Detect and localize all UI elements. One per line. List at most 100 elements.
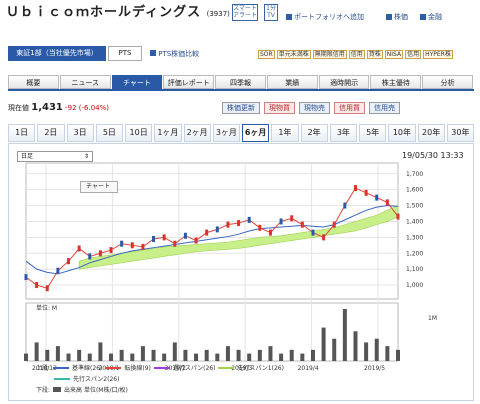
candle xyxy=(396,213,400,220)
legend-swatch xyxy=(153,366,170,369)
period-tab[interactable]: 3日 xyxy=(66,124,94,142)
candle xyxy=(98,250,102,257)
pts-compare-link[interactable]: PTS株価比較 xyxy=(150,49,199,59)
tab-news[interactable]: ニュース xyxy=(59,75,111,89)
legend-top-label: 上段: xyxy=(36,365,51,372)
period-tab[interactable]: 1ヶ月 xyxy=(154,124,182,142)
candle xyxy=(109,247,113,254)
tab-shikiho[interactable]: 四季報 xyxy=(215,75,266,89)
volume-bar xyxy=(268,346,273,361)
tab-overview[interactable]: 概要 xyxy=(8,75,59,89)
candle xyxy=(300,221,304,228)
volume-bar xyxy=(385,346,390,361)
candle xyxy=(332,221,336,228)
tab-report[interactable]: 評価レポート xyxy=(163,75,215,89)
period-tab[interactable]: 1日 xyxy=(8,124,36,142)
volume-bar xyxy=(194,353,199,361)
margin-sell-button[interactable]: 信用売 xyxy=(369,102,400,114)
volume-bar xyxy=(119,349,124,361)
smart-alert-label-1: スマート xyxy=(233,5,257,12)
volume-bar xyxy=(87,353,92,361)
candle xyxy=(364,189,368,196)
volume-bar xyxy=(310,349,315,361)
spot-sell-button[interactable]: 現物売 xyxy=(299,102,330,114)
refresh-price-button[interactable]: 株価更新 xyxy=(222,102,260,114)
y-tick-label: 1,400 xyxy=(406,218,423,225)
volume-bar xyxy=(364,342,369,361)
tab-disclosure[interactable]: 適時開示 xyxy=(318,75,370,89)
pts-button[interactable]: PTS xyxy=(108,46,142,61)
legend-row: 下段: 出来高 単位(M株/口/枚) xyxy=(36,384,456,395)
volume-bar xyxy=(215,353,220,361)
period-tab[interactable]: 1年 xyxy=(271,124,299,142)
tab-earnings[interactable]: 業績 xyxy=(266,75,318,89)
period-tab[interactable]: 3年 xyxy=(329,124,357,142)
volume-bar xyxy=(109,353,114,361)
candle xyxy=(35,282,39,289)
rtv-button[interactable]: 1分 TV xyxy=(264,4,278,21)
pts-compare-icon xyxy=(150,50,156,56)
smart-alert-button[interactable]: スマート アラート xyxy=(232,4,258,21)
legend-item: 基準線(26) xyxy=(72,365,103,372)
candle xyxy=(258,224,262,231)
spot-buy-button[interactable]: 現物買 xyxy=(264,102,295,114)
market-button[interactable]: 東証1部（当社優先市場） xyxy=(8,46,106,61)
candle xyxy=(152,235,156,242)
y-tick-label: 1,500 xyxy=(406,203,423,210)
pts-compare-label: PTS株価比較 xyxy=(158,50,200,58)
tab-benefits[interactable]: 株主優待 xyxy=(370,75,422,89)
candle xyxy=(343,202,347,209)
main-nav: 概要 ニュース チャート 評価レポート 四季報 業績 適時開示 株主優待 分析 xyxy=(8,75,474,91)
period-tab[interactable]: 30年 xyxy=(446,124,474,142)
y-tick-label: 1,300 xyxy=(406,234,423,241)
chart-lines xyxy=(24,185,400,292)
margin-buy-button[interactable]: 信用買 xyxy=(334,102,365,114)
y-tick-label: 1,000 xyxy=(406,282,423,289)
volume-bar xyxy=(183,349,188,361)
candle xyxy=(88,253,92,260)
quote: 現在値 1,431 -92 (-6.04%) xyxy=(8,102,109,113)
tag: 貸株 xyxy=(366,50,383,59)
tab-analysis[interactable]: 分析 xyxy=(422,75,474,89)
price-change: -92 (-6.04%) xyxy=(65,104,109,112)
kabuka-link[interactable]: 株価 xyxy=(386,12,408,22)
volume-bar xyxy=(374,338,379,361)
period-tab[interactable]: 5日 xyxy=(95,124,123,142)
period-tab-active[interactable]: 6ヶ月 xyxy=(242,124,270,142)
period-tab[interactable]: 2年 xyxy=(300,124,328,142)
legend-swatch xyxy=(105,366,122,369)
volume-bar xyxy=(24,353,28,361)
period-tab[interactable]: 20年 xyxy=(417,124,445,142)
y-tick-label: 1,600 xyxy=(406,187,423,194)
smart-alert-label-2: アラート xyxy=(233,12,258,19)
volume-plot-frame xyxy=(25,302,399,362)
volume-bar xyxy=(247,353,252,361)
period-tab[interactable]: 5年 xyxy=(359,124,387,142)
volume-bar xyxy=(204,349,209,361)
tag: 信用 xyxy=(405,50,422,59)
volume-bar xyxy=(172,342,177,361)
period-tab[interactable]: 10日 xyxy=(125,124,153,142)
y-tick-label: 1,200 xyxy=(406,250,423,257)
volume-bar xyxy=(342,309,347,361)
candle xyxy=(67,258,71,265)
kinkai-link[interactable]: 金融 xyxy=(420,12,442,22)
candle xyxy=(183,232,187,239)
portfolio-link[interactable]: ポートフォリオへ追加 xyxy=(286,12,364,22)
period-tab[interactable]: 10年 xyxy=(388,124,416,142)
volume-bar xyxy=(162,353,167,361)
candle xyxy=(215,226,219,233)
volume-bar xyxy=(321,327,326,361)
tab-chart[interactable]: チャート xyxy=(111,75,163,89)
period-tab[interactable]: 2日 xyxy=(37,124,65,142)
candle xyxy=(290,215,294,222)
period-tab[interactable]: 3ヶ月 xyxy=(212,124,240,142)
action-buttons: 株価更新 現物買 現物売 信用買 信用売 xyxy=(222,102,400,114)
candle xyxy=(322,234,326,241)
candle xyxy=(141,243,145,250)
period-tab[interactable]: 2ヶ月 xyxy=(183,124,211,142)
legend-item: 遅行スパン(26) xyxy=(172,365,216,372)
kinkai-icon xyxy=(420,14,426,20)
candle xyxy=(385,199,389,206)
candle xyxy=(205,229,209,236)
